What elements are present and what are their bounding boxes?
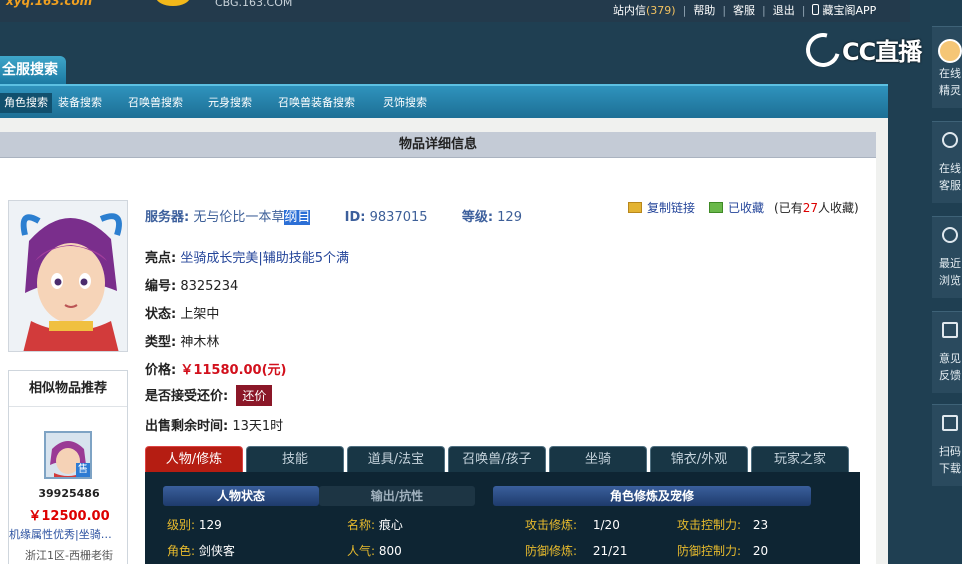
tab-accessory-search[interactable]: 灵饰搜索 — [383, 93, 427, 113]
remain-row: 出售剩余时间: 13天1时 — [145, 419, 284, 434]
similar-items-box: 相似物品推荐 售 39925486 ￥12500.00 机缘属性优秀|坐骑… 浙… — [8, 370, 128, 564]
tab-pets[interactable]: 召唤兽/孩子 — [448, 446, 546, 472]
dock-recent[interactable]: 最近 浏览 — [932, 216, 962, 298]
favorite-folder-icon — [709, 202, 724, 213]
tab-pet-search[interactable]: 召唤兽搜索 — [128, 93, 183, 113]
tab-outfit[interactable]: 锦衣/外观 — [650, 446, 748, 472]
highlight-value[interactable]: 坐骑成长完美|辅助技能5个满 — [180, 251, 349, 266]
all-server-search-tab[interactable]: 全服搜索 — [0, 56, 66, 84]
folder-icon — [628, 202, 642, 213]
similar-item-desc[interactable]: 机缘属性优秀|坐骑… — [9, 526, 129, 542]
search-nav: 角色搜索 装备搜索 召唤兽搜索 元身搜索 召唤兽装备搜索 灵饰搜索 — [0, 84, 888, 118]
top-links: 站内信(379) | 帮助 | 客服 | 退出 | 藏宝阁APP — [606, 2, 883, 18]
status-row: 状态: 上架中 — [145, 307, 220, 322]
type-value: 神木林 — [180, 335, 220, 350]
highlight-row: 亮点: 坐骑成长完美|辅助技能5个满 — [145, 251, 349, 266]
number-row: 编号: 8325234 — [145, 279, 239, 294]
server-row: 服务器: 无与伦比一本草纲目 ID: 9837015 等级: 129 — [145, 206, 522, 225]
tab-items[interactable]: 道具/法宝 — [347, 446, 445, 472]
detail-defense-cultivation: 防御修炼: 21/21 — [525, 544, 628, 558]
favorite-button[interactable]: 已收藏 — [709, 199, 764, 216]
server-value: 无与伦比一本草纲目 — [193, 210, 311, 225]
tab-mount[interactable]: 坐骑 — [549, 446, 647, 472]
copy-link-button[interactable]: 复制链接 — [628, 199, 695, 216]
dock-assistant[interactable]: 在线 精灵 — [932, 26, 962, 108]
tab-skills[interactable]: 技能 — [246, 446, 344, 472]
section-character-status[interactable]: 人物状态 — [163, 486, 319, 506]
detail-level: 级别: 129 — [167, 518, 222, 532]
section-output-resist[interactable]: 输出/抗性 — [319, 486, 475, 506]
tab-equipment-search[interactable]: 装备搜索 — [58, 93, 102, 113]
similar-item-price: ￥12500.00 — [28, 509, 110, 524]
selected-text: 纲目 — [284, 210, 311, 225]
level-label: 等级: — [461, 210, 494, 225]
id-label: ID: — [344, 210, 366, 225]
similar-item-thumbnail[interactable]: 售 — [44, 431, 92, 479]
server-label: 服务器: — [145, 210, 190, 225]
dock-service[interactable]: 在线 客服 — [932, 121, 962, 203]
price-row: 价格: ￥11580.00(元) — [145, 363, 287, 378]
section-cultivation: 角色修炼及宠修 — [493, 486, 811, 506]
gold-coin-icon — [156, 0, 190, 6]
dock-feedback[interactable]: 意见 反馈 — [932, 311, 962, 393]
detail-name: 名称: 痕心 — [347, 518, 403, 532]
help-link[interactable]: 帮助 — [686, 2, 722, 18]
character-portrait — [8, 200, 128, 352]
tab-role-search[interactable]: 角色搜索 — [0, 93, 52, 113]
site-logo[interactable]: xyq.163.com — [6, 0, 92, 8]
detail-defense-control: 防御控制力: 20 — [677, 544, 769, 558]
tab-pet-equipment-search[interactable]: 召唤兽装备搜索 — [278, 93, 355, 113]
similar-item-id: 39925486 — [38, 487, 100, 500]
logout-link[interactable]: 退出 — [766, 2, 802, 18]
assistant-avatar-icon — [938, 39, 962, 63]
bargain-row: 是否接受还价: 还价 — [145, 385, 273, 406]
price-value: ￥11580.00(元) — [180, 363, 287, 378]
tab-body-search[interactable]: 元身搜索 — [208, 93, 252, 113]
for-sale-badge: 售 — [76, 463, 90, 477]
panel-title: 物品详细信息 — [0, 132, 876, 158]
dock-scan[interactable]: 扫码 下载 — [932, 404, 962, 486]
level-value: 129 — [497, 210, 522, 225]
remain-value: 13天1时 — [232, 419, 284, 434]
similar-item-server: 浙江1区-西栅老街 — [25, 549, 113, 562]
detail-attack-cultivation: 攻击修炼: 1/20 — [525, 518, 620, 532]
service-link[interactable]: 客服 — [726, 2, 762, 18]
right-dock: 在线 精灵 在线 客服 最近 浏览 意见 反馈 扫码 下载 — [932, 26, 962, 564]
clock-icon — [942, 227, 958, 243]
item-actions: 复制链接 已收藏 (已有27人收藏) — [628, 199, 859, 216]
app-link[interactable]: 藏宝阁APP — [805, 2, 883, 18]
status-value: 上架中 — [180, 307, 220, 322]
site-domain: CBG.163.COM — [215, 0, 293, 9]
bargain-button[interactable]: 还价 — [236, 385, 273, 406]
type-row: 类型: 神木林 — [145, 335, 220, 350]
messages-link[interactable]: 站内信(379) — [606, 2, 683, 18]
detail-content: 人物状态 输出/抗性 角色修炼及宠修 级别: 129 名称: 痕心 攻击修炼: … — [145, 472, 860, 564]
detail-role: 角色: 剑侠客 — [167, 544, 235, 558]
tab-home[interactable]: 玩家之家 — [751, 446, 849, 472]
character-image — [9, 201, 127, 351]
detail-popularity: 人气: 800 — [347, 544, 402, 558]
detail-attack-control: 攻击控制力: 23 — [677, 518, 769, 532]
scan-icon — [942, 415, 958, 431]
message-count: (379) — [646, 4, 676, 17]
id-value: 9837015 — [369, 210, 428, 225]
edit-icon — [942, 322, 958, 338]
tab-character[interactable]: 人物/修炼 — [145, 446, 243, 472]
top-bar: xyq.163.com CBG.163.COM 站内信(379) | 帮助 | … — [0, 0, 910, 22]
phone-icon — [812, 4, 820, 15]
number-value: 8325234 — [180, 279, 239, 294]
similar-items-title: 相似物品推荐 — [9, 371, 127, 407]
headset-icon — [942, 132, 958, 148]
favorite-count: (已有27人收藏) — [774, 201, 859, 215]
